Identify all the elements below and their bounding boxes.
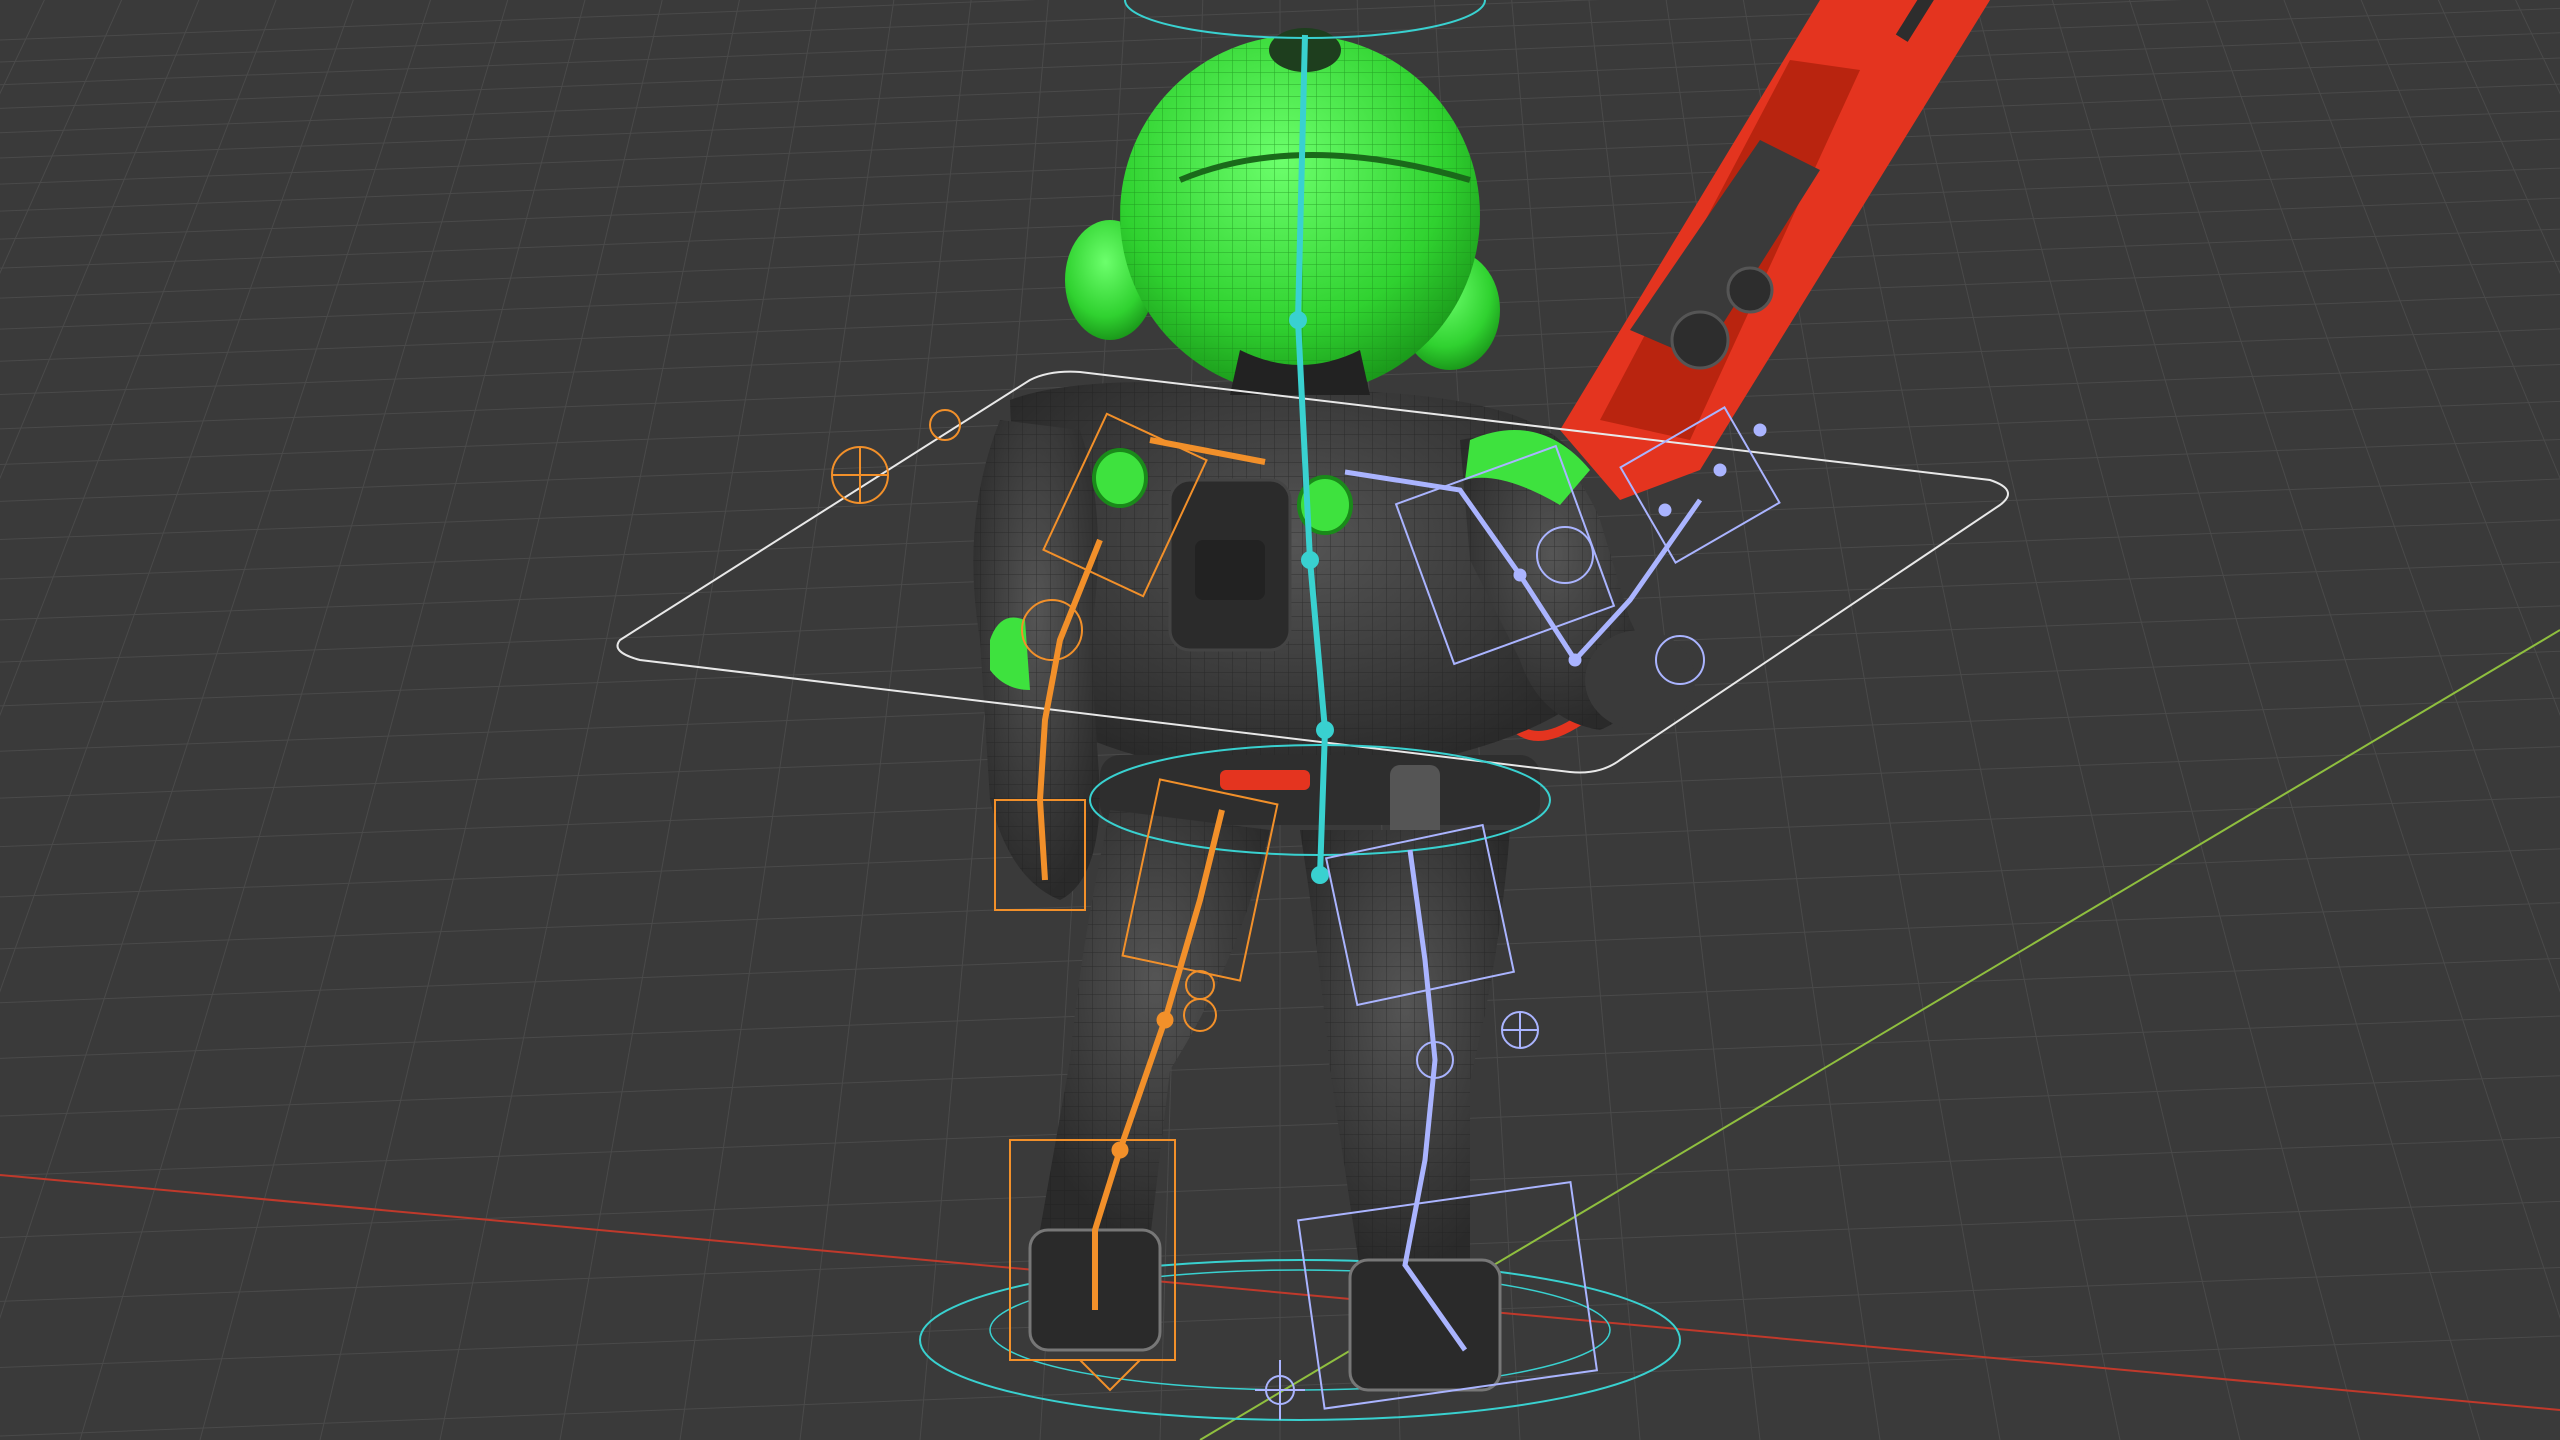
grid-line bbox=[2078, 0, 2560, 1440]
grid-line bbox=[319, 0, 663, 1440]
grid-line bbox=[2515, 0, 2560, 95]
viewport-canvas[interactable] bbox=[0, 0, 2560, 1440]
grid-line bbox=[0, 0, 123, 275]
grid-line bbox=[0, 0, 146, 1440]
grid-line bbox=[2036, 0, 2560, 1440]
grid-line bbox=[2246, 0, 2560, 1440]
grid-line bbox=[0, 0, 45, 95]
foot-pivot-markers[interactable] bbox=[1255, 1360, 1305, 1420]
grid-line bbox=[2414, 0, 2560, 1440]
grid-line bbox=[439, 0, 740, 1440]
grid-line bbox=[2372, 0, 2560, 1440]
grid-line bbox=[2456, 0, 2560, 1440]
grid-line bbox=[0, 0, 524, 1440]
grid-line bbox=[0, 0, 566, 1440]
grid-line bbox=[0, 0, 104, 1440]
grid-line bbox=[2128, 0, 2560, 1320]
grid-line bbox=[79, 0, 509, 1440]
grid-line bbox=[2120, 0, 2560, 1440]
grid-line bbox=[0, 0, 356, 1440]
grid-line bbox=[1994, 0, 2560, 1440]
grid-line bbox=[0, 0, 188, 1440]
grid-line bbox=[2204, 0, 2560, 1440]
grid-line bbox=[0, 0, 440, 1440]
grid-line bbox=[2288, 0, 2560, 1440]
grid-line bbox=[2162, 0, 2560, 1440]
3d-viewport[interactable] bbox=[0, 0, 2560, 1440]
grid-line bbox=[2283, 0, 2560, 717]
grid-line bbox=[0, 0, 482, 1440]
grid-line bbox=[0, 0, 432, 1320]
grid-line bbox=[0, 0, 277, 717]
grid-line bbox=[2206, 0, 2560, 993]
grid-line bbox=[0, 0, 314, 1440]
grid-line bbox=[0, 0, 272, 1440]
grid-line bbox=[0, 0, 20, 1440]
helmet-mesh[interactable] bbox=[1065, 0, 1500, 395]
grid-line bbox=[2540, 0, 2560, 1440]
grid-line bbox=[0, 0, 354, 993]
